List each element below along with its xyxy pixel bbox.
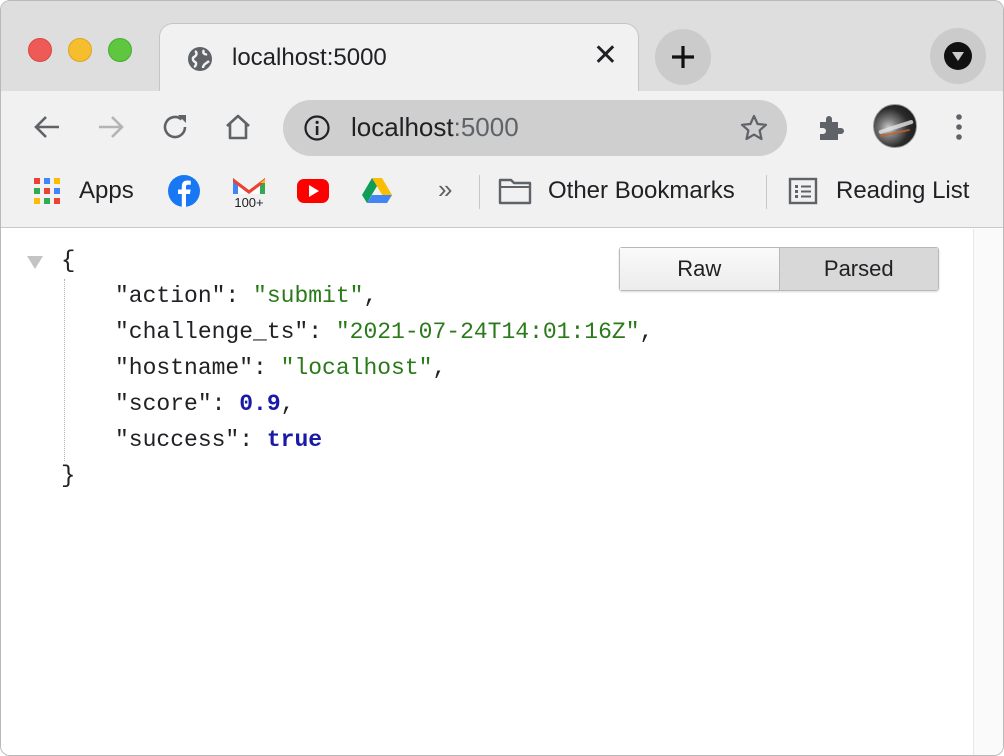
gmail-icon: 100+ (233, 178, 265, 208)
bookmarks-separator (479, 175, 480, 209)
reload-icon[interactable] (159, 111, 191, 143)
bookmark-apps-label: Apps (79, 177, 134, 204)
json-key: "success" (115, 427, 240, 453)
tab-localhost[interactable]: localhost:5000 ✕ (159, 23, 639, 93)
bookmark-apps[interactable]: Apps (33, 175, 134, 207)
json-trail: , (363, 283, 378, 309)
json-key: "hostname" (115, 355, 254, 381)
json-open-brace: { (61, 248, 76, 275)
tab-search-button[interactable] (930, 28, 986, 84)
bookmarks-overflow-icon[interactable]: » (438, 174, 453, 205)
zoom-window-button[interactable] (108, 38, 132, 62)
reading-list-icon (788, 177, 818, 205)
reading-list-label: Reading List (836, 177, 970, 204)
page-content: { "action": "submit", "challenge_ts": "2… (1, 229, 973, 755)
address-bar[interactable]: localhost:5000 (283, 100, 787, 156)
json-trail: , (432, 355, 447, 381)
home-icon[interactable] (222, 111, 254, 143)
bookmark-google-drive[interactable] (361, 175, 393, 207)
apps-grid-icon (34, 178, 60, 204)
json-value: "localhost" (280, 355, 433, 381)
kebab-menu-icon[interactable] (943, 111, 975, 143)
json-value: "2021-07-24T14:01:16Z" (335, 319, 640, 345)
bookmark-youtube[interactable] (296, 175, 330, 207)
browser-window: localhost:5000 ✕ localhost:5000 Apps 100… (0, 0, 1004, 756)
tab-strip: localhost:5000 ✕ (1, 1, 1003, 93)
json-indent-guide (64, 279, 65, 461)
close-window-button[interactable] (28, 38, 52, 62)
toolbar: localhost:5000 (1, 91, 1003, 163)
folder-icon (498, 178, 532, 205)
gmail-badge: 100+ (234, 195, 263, 208)
json-line-challenge-ts: "challenge_ts": "2021-07-24T14:01:16Z", (115, 319, 654, 345)
bookmarks-separator-2 (766, 175, 767, 209)
bookmark-gmail[interactable]: 100+ (231, 175, 267, 208)
bookmarks-bar: Apps 100+ » Other Bookmarks Reading List (1, 163, 1003, 228)
tab-title: localhost:5000 (232, 44, 387, 71)
bookmark-facebook[interactable] (167, 175, 201, 207)
profile-avatar[interactable] (873, 104, 917, 148)
json-value: 0.9 (239, 391, 281, 417)
json-line-action: "action": "submit", (115, 283, 378, 309)
view-mode-toggle: Raw Parsed (619, 247, 939, 291)
json-line-score: "score": 0.9, (115, 391, 295, 417)
json-value: "submit" (253, 283, 364, 309)
json-trail: , (280, 391, 295, 417)
info-icon[interactable] (303, 114, 331, 142)
url-port: :5000 (453, 112, 519, 142)
minimize-window-button[interactable] (68, 38, 92, 62)
json-line-success: "success": true (115, 427, 323, 453)
plus-icon (672, 46, 694, 68)
forward-arrow-icon[interactable] (95, 111, 127, 143)
new-tab-button[interactable] (655, 29, 711, 85)
chevron-down-icon (952, 52, 964, 61)
parsed-button[interactable]: Parsed (778, 248, 938, 290)
google-drive-icon (362, 178, 392, 203)
star-icon[interactable] (739, 113, 769, 143)
tab-close-icon[interactable]: ✕ (593, 41, 618, 71)
extensions-puzzle-icon[interactable] (815, 111, 847, 143)
bookmark-reading-list[interactable]: Reading List (788, 175, 969, 207)
raw-button[interactable]: Raw (620, 248, 779, 290)
json-close-brace: } (61, 463, 76, 490)
facebook-icon (168, 175, 200, 207)
collapse-toggle-icon[interactable] (27, 256, 43, 269)
youtube-icon (297, 179, 329, 203)
vertical-scrollbar[interactable] (973, 229, 1003, 755)
json-value: true (266, 427, 323, 453)
json-key: "action" (115, 283, 226, 309)
other-bookmarks-label: Other Bookmarks (548, 177, 735, 204)
url-text: localhost:5000 (351, 112, 519, 143)
json-trail: , (639, 319, 654, 345)
json-line-hostname: "hostname": "localhost", (115, 355, 447, 381)
json-key: "score" (115, 391, 212, 417)
bookmark-other-bookmarks[interactable]: Other Bookmarks (498, 175, 735, 207)
back-arrow-icon[interactable] (31, 111, 63, 143)
globe-icon (188, 47, 212, 71)
json-key: "challenge_ts" (115, 319, 309, 345)
url-host: localhost (351, 112, 454, 142)
